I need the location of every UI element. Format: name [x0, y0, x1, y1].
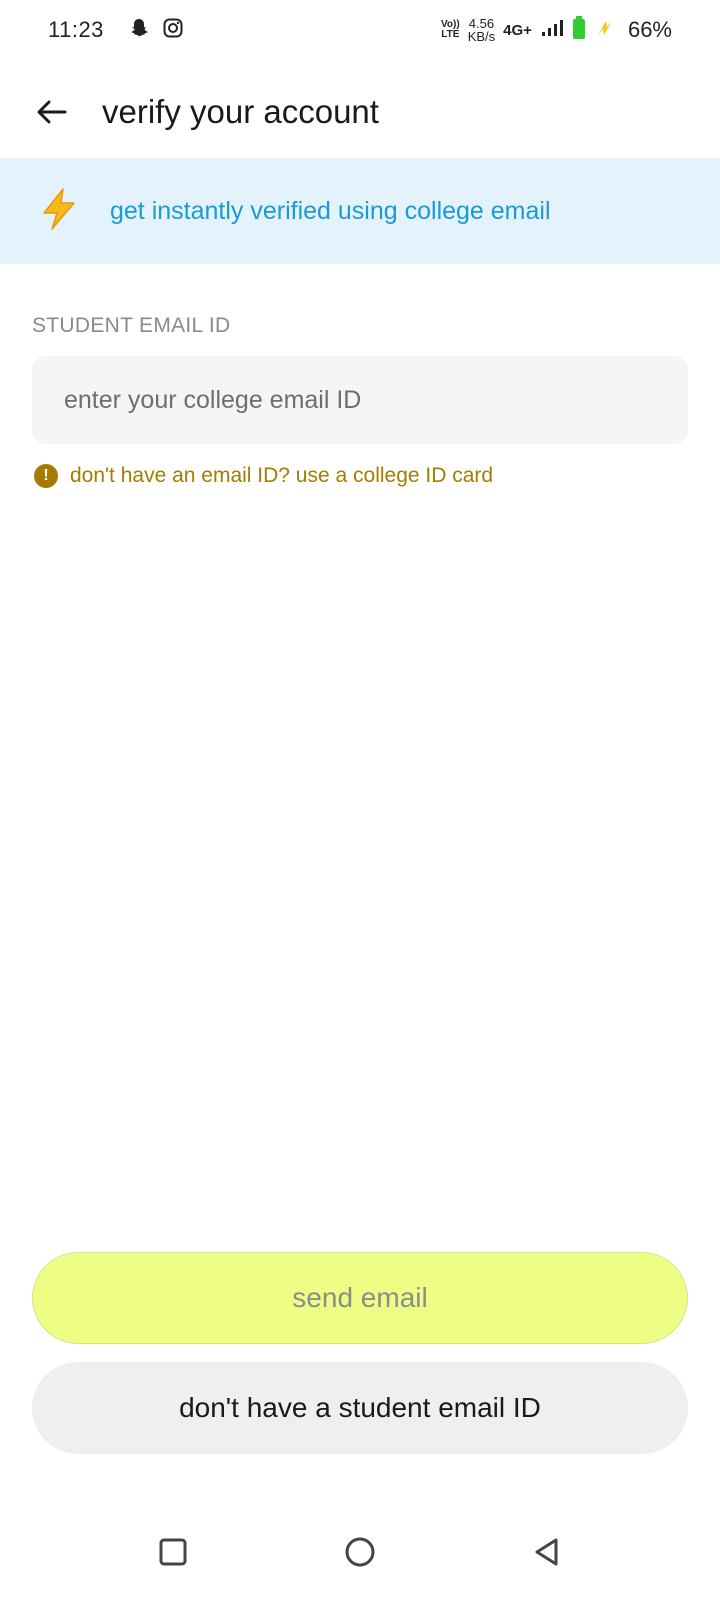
- network-speed: 4.56 KB/s: [468, 17, 495, 43]
- home-icon: [345, 1537, 375, 1567]
- network-type: 4G+: [503, 21, 532, 39]
- back-icon: [535, 1538, 558, 1566]
- system-indicators: Vo)) LTE 4.56 KB/s 4G+ 66%: [441, 15, 672, 45]
- battery-icon: [572, 15, 586, 45]
- send-email-button[interactable]: send email: [32, 1252, 688, 1344]
- no-student-email-label: don't have a student email ID: [179, 1392, 541, 1423]
- no-student-email-button[interactable]: don't have a student email ID: [32, 1362, 688, 1454]
- nav-back-button[interactable]: [517, 1522, 577, 1582]
- snapchat-icon: [128, 17, 150, 44]
- speed-unit: KB/s: [467, 29, 496, 44]
- page-title: verify your account: [102, 93, 379, 130]
- volte-indicator: Vo)) LTE: [441, 20, 460, 40]
- back-arrow-icon: [37, 100, 67, 124]
- app-bar: verify your account: [0, 72, 720, 152]
- verify-account-screen: 11:23 Vo)) LTE 4.56 KB/s 4G+ 66% verify …: [0, 0, 720, 1600]
- system-nav-bar: [0, 1504, 720, 1600]
- instagram-icon: [162, 17, 184, 44]
- instant-verify-banner[interactable]: get instantly verified using college ema…: [0, 158, 720, 264]
- email-field-label: STUDENT EMAIL ID: [32, 314, 231, 337]
- exclamation-icon: !: [34, 464, 58, 488]
- battery-percentage: 66%: [627, 17, 672, 42]
- send-email-label: send email: [292, 1282, 428, 1313]
- banner-text: get instantly verified using college ema…: [110, 196, 551, 225]
- lightning-icon: [38, 187, 80, 236]
- signal-icon: [540, 18, 564, 43]
- home-button[interactable]: [330, 1522, 390, 1582]
- volte-bottom: LTE: [441, 29, 460, 40]
- charging-icon: [594, 17, 616, 44]
- hint-text: don't have an email ID? use a college ID…: [70, 464, 494, 487]
- college-email-input[interactable]: [32, 356, 688, 444]
- status-bar: 11:23 Vo)) LTE 4.56 KB/s 4G+ 66%: [0, 0, 720, 60]
- recents-icon: [159, 1538, 187, 1566]
- status-time: 11:23: [48, 17, 104, 42]
- college-id-card-link[interactable]: ! don't have an email ID? use a college …: [34, 464, 493, 488]
- recents-button[interactable]: [143, 1522, 203, 1582]
- back-button[interactable]: [24, 84, 80, 140]
- notification-icons: [128, 17, 184, 44]
